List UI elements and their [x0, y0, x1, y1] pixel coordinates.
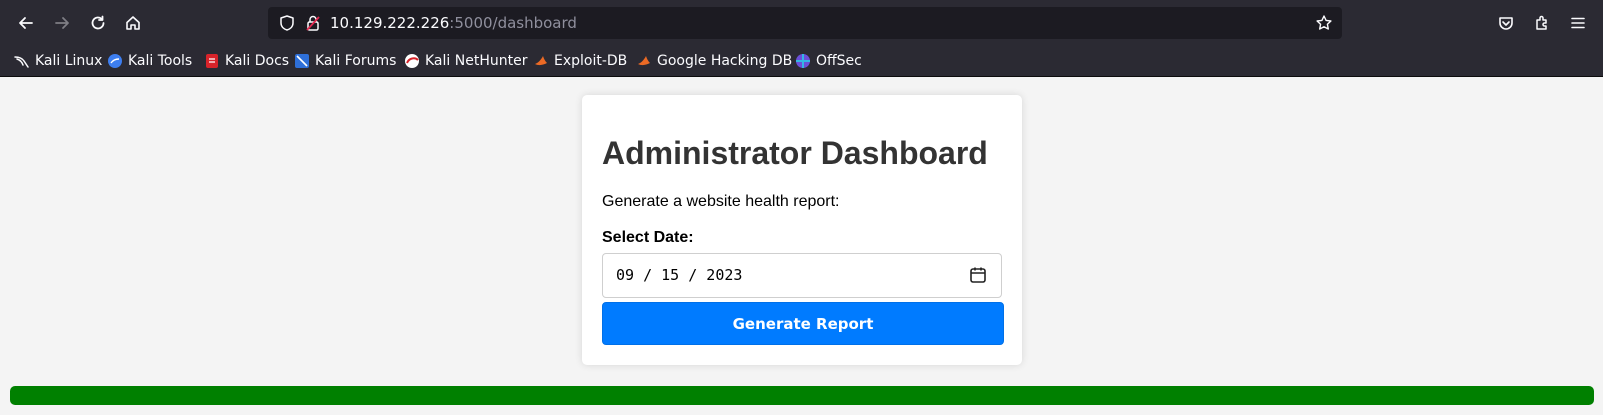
bookmarks-bar: Kali Linux Kali Tools Kali Docs Kali For…	[0, 46, 1603, 77]
bookmark-offsec[interactable]: OffSec	[795, 51, 862, 71]
bookmark-kali-forums[interactable]: Kali Forums	[294, 51, 396, 71]
date-label: Select Date:	[602, 229, 694, 246]
dashboard-card: Administrator Dashboard Generate a websi…	[582, 95, 1022, 365]
bookmark-kali-docs[interactable]: Kali Docs	[204, 51, 289, 71]
bookmark-kali-tools[interactable]: Kali Tools	[107, 51, 192, 71]
url-host: 10.129.222.226	[330, 14, 450, 32]
bookmark-label: Exploit-DB	[554, 53, 628, 69]
address-bar[interactable]: 10.129.222.226:5000/dashboard	[268, 7, 1342, 39]
bookmark-label: Kali Tools	[128, 53, 193, 69]
puzzle-icon	[1536, 15, 1547, 30]
kali-dragon-icon	[14, 56, 29, 68]
bookmark-label: OffSec	[816, 53, 862, 69]
offsec-icon	[796, 54, 810, 68]
bookmark-google-hacking-db[interactable]: Google Hacking DB	[636, 51, 792, 71]
bookmark-kali-linux[interactable]: Kali Linux	[14, 51, 102, 71]
browser-toolbar: 10.129.222.226:5000/dashboard	[0, 0, 1603, 46]
bookmark-kali-nethunter[interactable]: Kali NetHunter	[404, 51, 527, 71]
extensions-button[interactable]	[1527, 8, 1557, 38]
reload-button[interactable]	[83, 8, 113, 38]
bookmark-label: Kali Linux	[35, 53, 103, 69]
menu-button[interactable]	[1563, 8, 1593, 38]
bookmark-label: Kali Forums	[315, 53, 397, 69]
exploit-db-icon	[535, 56, 547, 66]
tracking-shield-icon[interactable]	[278, 14, 296, 32]
bookmark-star-icon[interactable]	[1315, 14, 1333, 32]
page-title: Administrator Dashboard	[602, 135, 988, 171]
kali-forums-icon	[295, 54, 309, 68]
pocket-icon	[1499, 17, 1513, 30]
bookmark-label: Google Hacking DB	[657, 53, 793, 69]
bookmark-label: Kali NetHunter	[425, 53, 528, 69]
home-icon	[126, 16, 140, 30]
bookmark-label: Kali Docs	[225, 53, 290, 69]
reload-icon	[91, 15, 105, 30]
report-description: Generate a website health report:	[602, 193, 840, 210]
url-text: 10.129.222.226:5000/dashboard	[330, 14, 577, 32]
hamburger-menu-icon	[1571, 17, 1585, 29]
forward-arrow-icon	[55, 17, 69, 29]
generate-report-button[interactable]: Generate Report	[602, 302, 1004, 345]
calendar-icon[interactable]	[969, 266, 987, 284]
back-button[interactable]	[11, 8, 41, 38]
back-arrow-icon	[19, 17, 33, 29]
date-value: 09 / 15 / 2023	[616, 266, 743, 284]
pocket-button[interactable]	[1491, 8, 1521, 38]
status-bar	[10, 386, 1594, 405]
date-input[interactable]: 09 / 15 / 2023	[602, 253, 1002, 298]
home-button[interactable]	[118, 8, 148, 38]
forward-button[interactable]	[47, 8, 77, 38]
insecure-lock-icon[interactable]	[304, 14, 322, 32]
kali-tools-icon	[108, 54, 122, 68]
url-path: :5000/dashboard	[449, 14, 577, 32]
kali-nethunter-icon	[405, 54, 419, 68]
ghdb-icon	[638, 56, 650, 66]
kali-docs-icon	[206, 54, 218, 68]
bookmark-exploit-db[interactable]: Exploit-DB	[533, 51, 627, 71]
